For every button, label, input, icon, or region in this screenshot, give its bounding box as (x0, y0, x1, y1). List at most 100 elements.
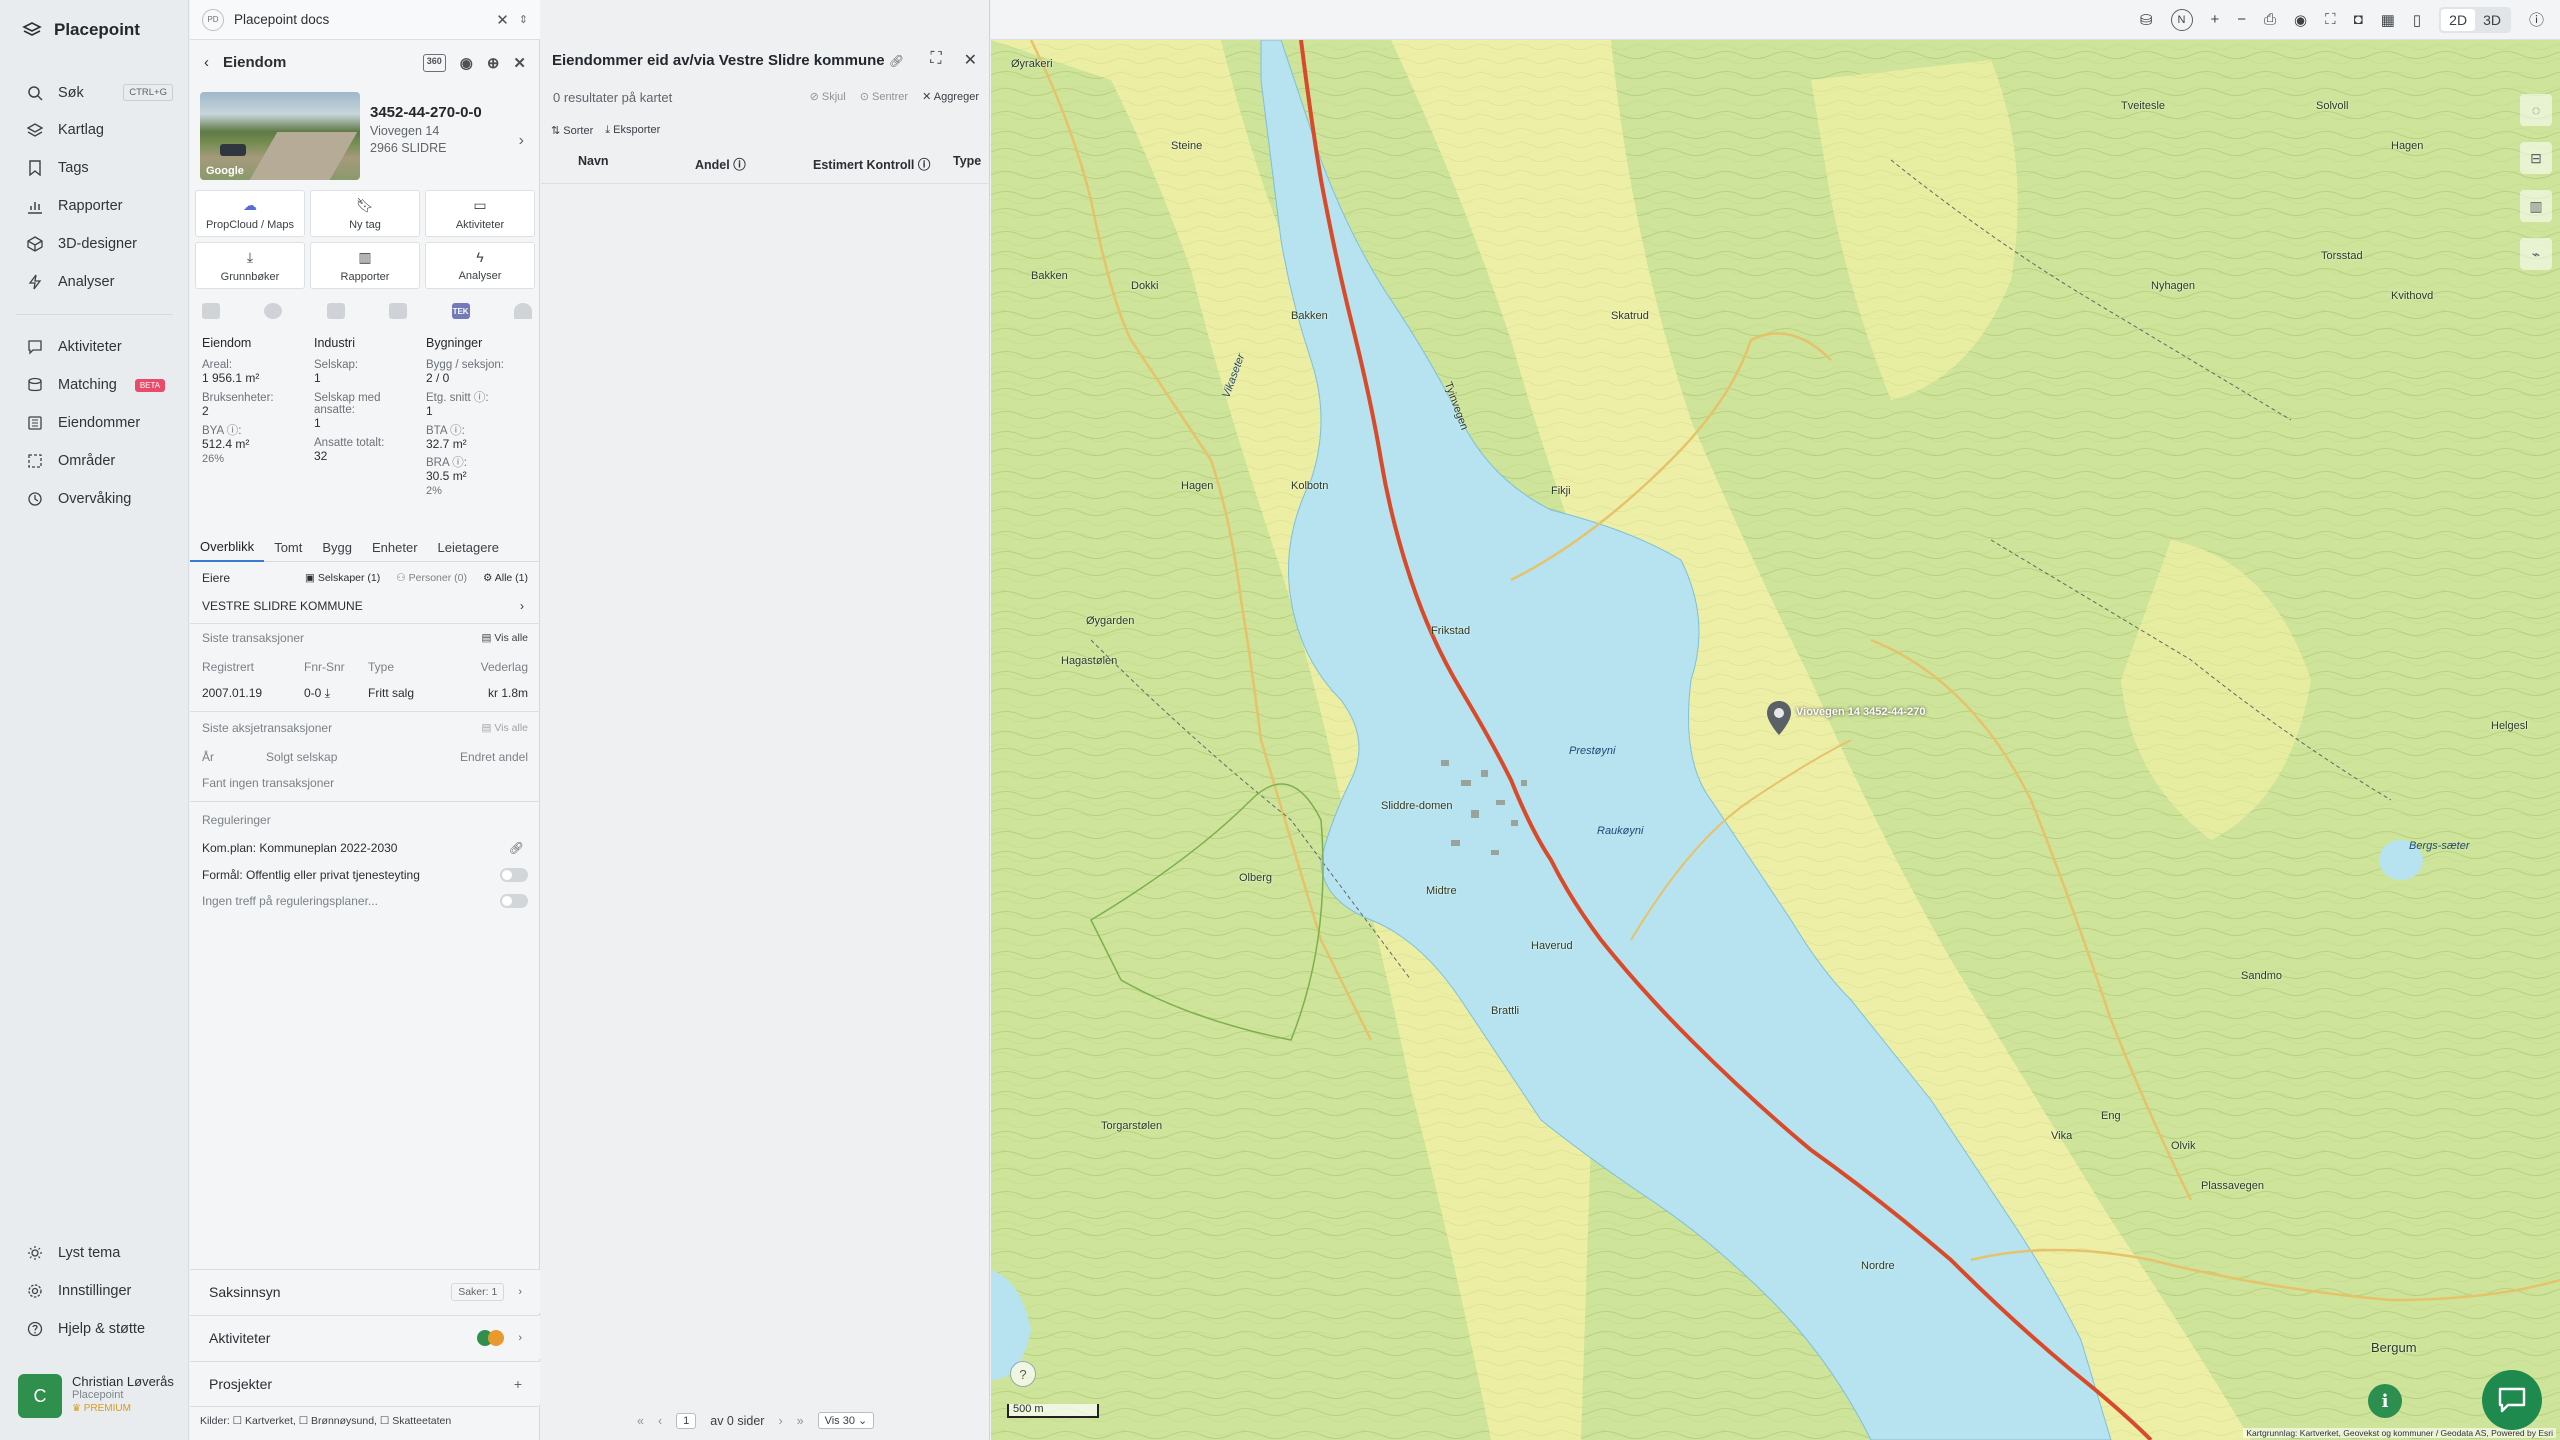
show-all-transactions[interactable]: ▤ Vis alle (481, 632, 528, 644)
source-factory-icon[interactable] (326, 303, 345, 319)
info-icon[interactable]: ⓘ (2529, 9, 2544, 30)
nav-item-help[interactable]: Hjelp & støtte (0, 1310, 189, 1348)
tek-icon[interactable]: TEK (451, 303, 470, 319)
close-icon[interactable]: ✕ (964, 50, 977, 70)
nav-item-aktiviteter[interactable]: Aktiviteter (0, 328, 189, 366)
zoom-in-icon[interactable]: + (2211, 11, 2220, 28)
center-button[interactable]: ⊙ Sentrer (860, 90, 908, 103)
sort-button[interactable]: ⇅ Sorter (551, 124, 593, 137)
nav-item-tags[interactable]: Tags (0, 149, 189, 187)
grid-icon[interactable]: ▦ (2381, 11, 2395, 29)
analysis-tool-icon[interactable]: ▥ (2520, 190, 2552, 222)
property-pin[interactable] (1766, 700, 1792, 741)
source-globe-icon[interactable] (264, 303, 283, 319)
nav-item-rapporter[interactable]: Rapporter (0, 187, 189, 225)
close-icon[interactable]: ✕ (513, 54, 526, 72)
measure-tool-icon[interactable]: ⊟ (2520, 142, 2552, 174)
tab-enheter[interactable]: Enheter (362, 532, 428, 562)
regulation-toggle[interactable] (500, 894, 528, 908)
regulation-plan-row[interactable]: Kom.plan: Kommuneplan 2022-2030 🔗︎ (190, 840, 540, 856)
saksinnsyn-label: Saksinnsyn (209, 1283, 281, 1300)
nav-item-3d-designer[interactable]: 3D-designer (0, 225, 189, 263)
draw-tool-icon[interactable]: ◌ (2520, 94, 2552, 126)
nav-item-theme[interactable]: Lyst tema (0, 1234, 189, 1272)
zoom-out-icon[interactable]: − (2237, 11, 2246, 28)
bookmark-icon[interactable]: ▯ (2413, 11, 2421, 29)
filter-all[interactable]: ⚙ Alle (1) (483, 572, 528, 584)
tab-bygg[interactable]: Bygg (312, 532, 362, 562)
show-all-share-tx[interactable]: ▤ Vis alle (481, 722, 528, 734)
info-button[interactable]: i (2368, 1384, 2402, 1418)
nav-item-analyser[interactable]: Analyser (0, 263, 189, 301)
col-share[interactable]: Andel ⓘ (693, 154, 813, 183)
download-icon[interactable]: ⤓ (325, 686, 330, 700)
tab-tomt[interactable]: Tomt (264, 532, 312, 562)
tile-reports[interactable]: ▥ Rapporter (310, 242, 420, 289)
nav-item-omrader[interactable]: Områder (0, 442, 189, 480)
document-tab[interactable]: PD Placepoint docs ✕ ⇕ (190, 0, 540, 40)
col-control[interactable]: Estimert Kontroll ⓘ (813, 154, 953, 183)
col-name[interactable]: Navn (541, 154, 636, 183)
source-tree-icon[interactable] (513, 303, 532, 319)
hide-button[interactable]: ⊘ Skjul (810, 90, 846, 103)
print-icon[interactable]: ⎙ (2264, 11, 2276, 28)
tile-analyses[interactable]: ϟ Analyser (425, 242, 535, 289)
nav-item-eiendommer[interactable]: Eiendommer (0, 404, 189, 442)
col-type[interactable]: Type (953, 154, 981, 183)
tile-grunnboker[interactable]: ⤓ Grunnbøker (195, 242, 305, 289)
tab-overblikk[interactable]: Overblikk (190, 532, 265, 562)
aggregate-button[interactable]: ✕ Aggreger (922, 90, 979, 103)
close-icon[interactable]: ✕ (496, 11, 509, 29)
compass-icon[interactable]: N (2170, 8, 2193, 31)
prosjekter-row[interactable]: Prosjekter + (190, 1361, 540, 1405)
prev-page-icon[interactable]: ‹ (658, 1414, 662, 1428)
page-input[interactable]: 1 (676, 1412, 697, 1429)
eye-icon[interactable]: ◉ (460, 54, 473, 72)
street-view-photo[interactable]: Google (200, 92, 360, 180)
user-profile[interactable]: C Christian Løverås Placepoint ♛ PREMIUM (18, 1374, 174, 1418)
nav-item-search[interactable]: Søk CTRL+G (0, 74, 189, 111)
owner-row[interactable]: VESTRE SLIDRE KOMMUNE › (190, 597, 540, 615)
source-grid-icon[interactable] (202, 303, 220, 319)
map-help-button[interactable]: ? (1010, 1361, 1036, 1387)
mode-2d[interactable]: 2D (2441, 8, 2476, 31)
360-icon[interactable]: 360 (422, 54, 446, 72)
tile-new-tag[interactable]: 🔖︎ Ny tag (310, 190, 420, 237)
brand-logo[interactable]: Placepoint (22, 20, 140, 40)
next-page-icon[interactable]: › (778, 1414, 782, 1428)
profile-tool-icon[interactable]: ⌁ (2520, 238, 2552, 270)
link-icon[interactable]: 🔗︎ (509, 841, 524, 855)
nav-item-matching[interactable]: Matching BETA (0, 366, 189, 404)
last-page-icon[interactable]: » (797, 1414, 804, 1428)
aktiviteter-row[interactable]: Aktiviteter › (190, 1315, 540, 1359)
add-project-icon[interactable]: + (514, 1376, 522, 1392)
chat-button[interactable] (2482, 1370, 2542, 1430)
saksinnsyn-row[interactable]: Saksinnsyn Saker: 1 › (190, 1269, 540, 1313)
property-address[interactable]: 3452-44-270-0-0 Viovegen 14 2966 SLIDRE … (370, 104, 530, 155)
nav-item-kartlag[interactable]: Kartlag (0, 111, 189, 149)
tile-activities[interactable]: ▭ Aktiviteter (425, 190, 535, 237)
export-button[interactable]: ⤓ Eksporter (605, 124, 660, 137)
tab-leietagere[interactable]: Leietagere (428, 532, 509, 562)
page-size-select[interactable]: Vis 30 ⌄ (817, 1412, 875, 1429)
camera-icon[interactable]: ◘ (2354, 11, 2363, 28)
tile-propcloud[interactable]: ☁ PropCloud / Maps (195, 190, 305, 237)
expand-icon[interactable]: ⛶ (930, 50, 941, 70)
link-icon[interactable]: 🔗︎ (889, 54, 904, 68)
nav-label: Overvåking (58, 491, 132, 507)
nav-item-settings[interactable]: Innstillinger (0, 1272, 189, 1310)
layers-toggle-icon[interactable]: ⛁ (2140, 11, 2153, 29)
nav-item-overvaking[interactable]: Overvåking (0, 480, 189, 518)
chevron-updown-icon[interactable]: ⇕ (519, 13, 528, 26)
transaction-row[interactable]: 2007.01.19 0-0 ⤓ Fritt salg kr 1.8m (190, 685, 540, 701)
filter-companies[interactable]: ▣ Selskaper (1) (305, 572, 380, 584)
source-building-icon[interactable] (389, 303, 408, 319)
purpose-toggle[interactable] (500, 868, 528, 882)
mode-3d[interactable]: 3D (2475, 9, 2509, 31)
eye-icon[interactable]: ◉ (2294, 11, 2307, 29)
filter-persons[interactable]: ⚇ Personer (0) (396, 572, 467, 584)
back-icon[interactable]: ‹ (204, 54, 209, 71)
fullscreen-icon[interactable]: ⛶ (2325, 11, 2336, 28)
add-icon[interactable]: ⊕ (487, 54, 500, 72)
first-page-icon[interactable]: « (637, 1414, 644, 1428)
